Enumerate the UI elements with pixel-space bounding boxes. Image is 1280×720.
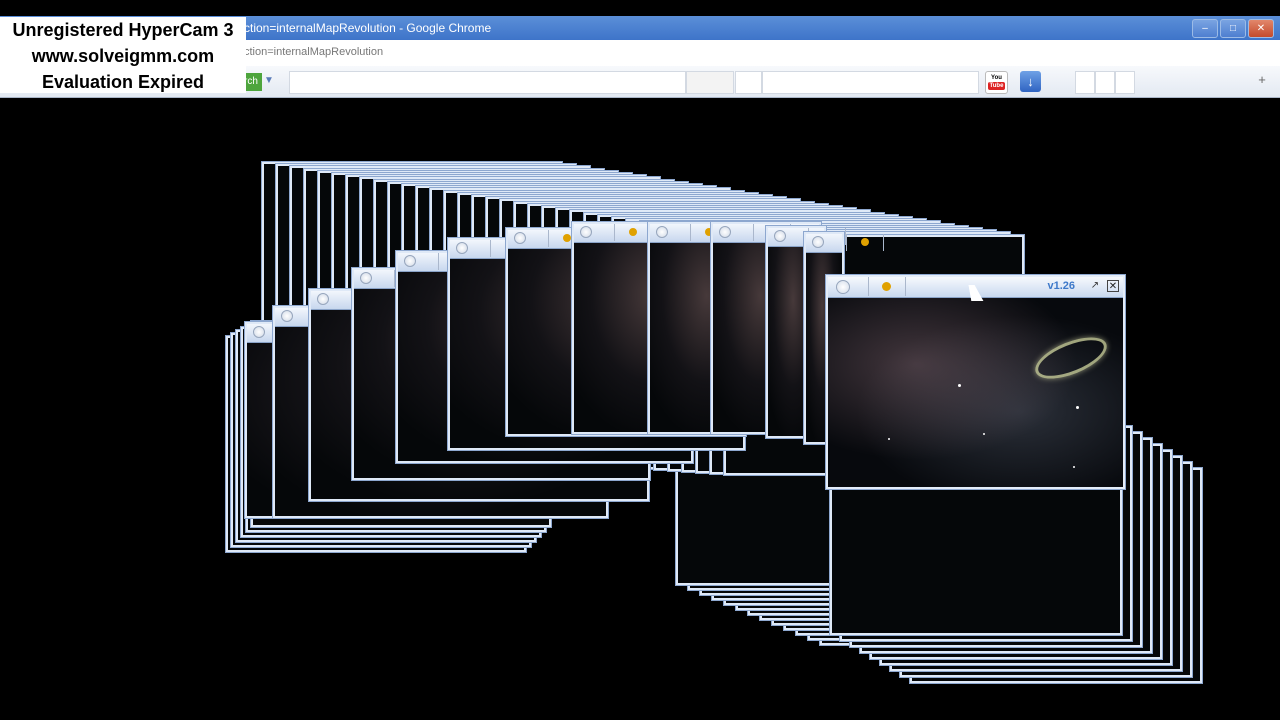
- galaxy-ring: [1029, 328, 1113, 388]
- download-arrow-icon[interactable]: ↓: [1020, 71, 1041, 92]
- toolbar-search-field[interactable]: [289, 71, 686, 94]
- toolbar-slot[interactable]: [735, 71, 762, 94]
- app-circle-button: [360, 272, 372, 284]
- new-tab-plus-icon[interactable]: +: [1255, 73, 1269, 87]
- app-circle-button: [514, 232, 526, 244]
- maximize-small-icon[interactable]: ↗: [1089, 280, 1101, 292]
- star: [958, 384, 961, 387]
- app-circle-button: [774, 230, 786, 242]
- minimize-icon[interactable]: –: [1192, 19, 1218, 38]
- youtube-icon-label: You: [991, 75, 1002, 81]
- watermark-line: Unregistered HyperCam 3: [12, 20, 234, 40]
- toolbar-slot[interactable]: [1075, 71, 1095, 94]
- watermark-line: www.solveigmm.com: [31, 46, 215, 66]
- chevron-down-icon[interactable]: ▼: [264, 75, 274, 86]
- recording-watermark: Unregistered HyperCam 3 www.solveigmm.co…: [0, 17, 246, 93]
- window-title: ction=internalMapRevolution - Google Chr…: [244, 21, 492, 35]
- app-circle-button: [456, 242, 468, 254]
- gear-icon: [846, 234, 884, 251]
- star: [1073, 466, 1075, 468]
- window-controls: – □ ✕: [1192, 19, 1274, 38]
- version-label: v1.26: [1047, 280, 1075, 292]
- trail-window-titlebar: [806, 234, 884, 253]
- app-circle-button: [317, 293, 329, 305]
- url-text[interactable]: ction=internalMapRevolution: [244, 46, 383, 58]
- gear-icon: [614, 224, 652, 241]
- star: [888, 438, 890, 440]
- mouse-cursor-icon: [968, 285, 984, 301]
- app-circle-button: [812, 236, 824, 248]
- app-circle-button: [656, 226, 668, 238]
- close-icon[interactable]: ✕: [1248, 19, 1274, 38]
- toolbar-slot[interactable]: [1115, 71, 1135, 94]
- maximize-icon[interactable]: □: [1220, 19, 1246, 38]
- app-circle-button[interactable]: [836, 280, 850, 294]
- app-window[interactable]: v1.26 ↗ ✕: [826, 275, 1125, 489]
- app-circle-button: [719, 226, 731, 238]
- youtube-icon[interactable]: You Tube: [985, 71, 1008, 94]
- app-circle-button: [281, 310, 293, 322]
- toolbar-field[interactable]: [762, 71, 979, 94]
- close-small-icon[interactable]: ✕: [1107, 280, 1119, 292]
- gear-icon[interactable]: [868, 277, 906, 296]
- app-circle-button: [404, 255, 416, 267]
- star: [983, 433, 985, 435]
- app-circle-button: [580, 226, 592, 238]
- toolbar-slot[interactable]: [1095, 71, 1115, 94]
- space-view[interactable]: [828, 298, 1123, 487]
- toolbar-slot[interactable]: [686, 71, 734, 94]
- youtube-icon-label: Tube: [988, 82, 1005, 90]
- app-circle-button: [253, 326, 265, 338]
- search-button[interactable]: rch: [244, 73, 262, 91]
- watermark-line: Evaluation Expired: [41, 72, 205, 92]
- star: [1076, 406, 1079, 409]
